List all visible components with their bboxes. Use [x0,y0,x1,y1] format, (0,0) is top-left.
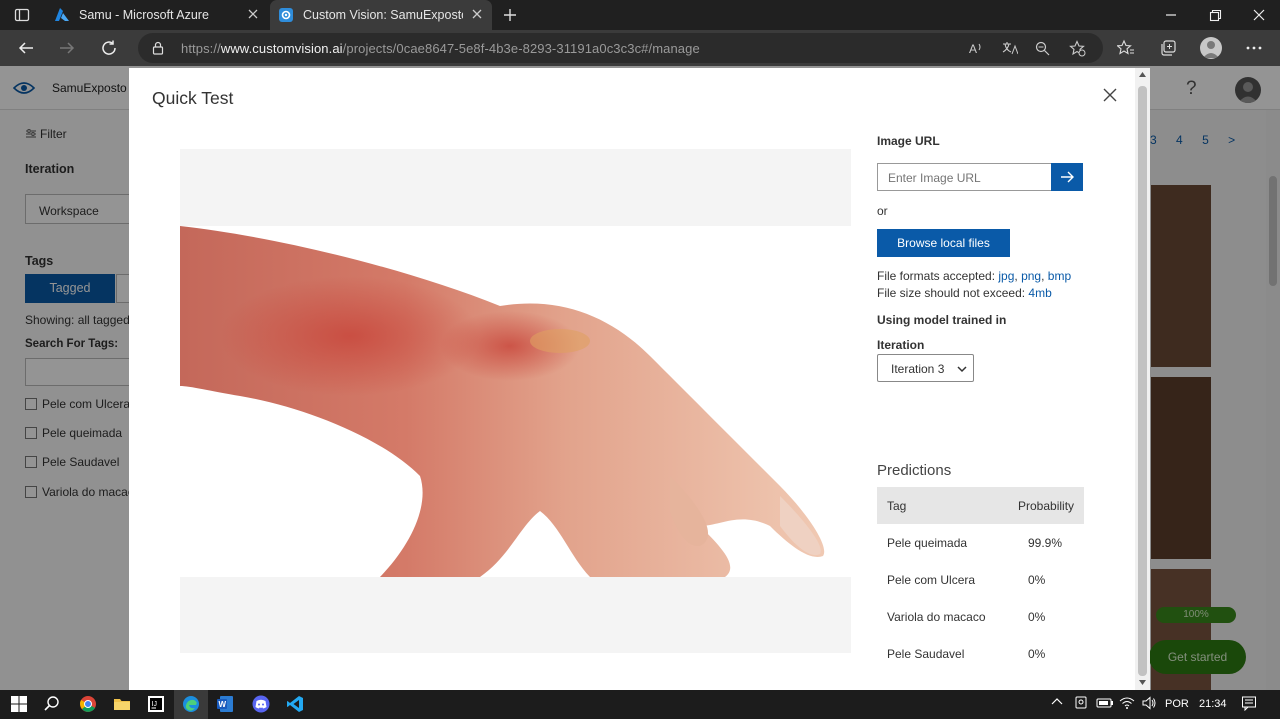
close-icon[interactable] [1101,86,1119,104]
table-header: Tag Probability [877,487,1084,524]
burned-hand-image [180,226,851,577]
word-icon[interactable]: W [216,695,234,713]
prediction-probability: 0% [1028,647,1046,661]
translate-icon[interactable] [1002,41,1018,55]
chevron-down-icon [957,366,967,373]
new-tab-icon[interactable] [502,7,518,23]
tab-title: Samu - Microsoft Azure [79,8,209,22]
dialog-scrollbar[interactable] [1135,68,1150,690]
test-image-preview [180,149,851,653]
windows-taskbar: IJ W POR 21:34 [0,690,1280,719]
prediction-tag: Pele com Ulcera [887,573,976,587]
customvision-logo-icon [278,7,294,23]
lock-icon [151,41,165,55]
prediction-probability: 0% [1028,610,1046,624]
url-scheme: https:// [181,41,221,56]
prediction-tag: Pele queimada [887,536,968,550]
meet-now-icon[interactable] [1073,695,1089,711]
url-host: www.customvision.ai [220,41,343,56]
svg-text:W: W [219,700,227,709]
browse-local-files-button[interactable]: Browse local files [877,229,1010,257]
predictions-title: Predictions [877,462,952,479]
close-tab-icon[interactable] [246,7,260,21]
tag-column-header: Tag [887,499,907,513]
dialog-title: Quick Test [152,88,234,108]
system-clock[interactable]: 21:34 [1199,698,1227,710]
prediction-tag: Pele Saudavel [887,647,965,661]
discord-icon[interactable] [252,695,270,713]
favorite-add-icon[interactable] [1069,40,1086,57]
chrome-icon[interactable] [79,695,97,713]
wifi-icon[interactable] [1119,695,1135,711]
notifications-icon[interactable] [1241,695,1257,711]
collections-icon[interactable] [1159,39,1177,57]
browser-tab-azure[interactable]: Samu - Microsoft Azure [46,0,268,30]
format-png: png [1021,269,1042,283]
submit-url-button[interactable] [1051,163,1083,191]
table-row: Pele queimada 99.9% [877,524,1084,561]
tab-actions-icon[interactable] [14,7,30,23]
predictions-table: Tag Probability Pele queimada 99.9% Pele… [877,487,1084,672]
file-explorer-icon[interactable] [113,695,131,713]
url-field[interactable]: https://www.customvision.ai/projects/0ca… [138,33,1103,63]
search-icon[interactable] [43,695,61,713]
intellij-icon[interactable]: IJ [147,695,165,713]
minimize-icon[interactable] [1163,7,1179,23]
model-label: Using model trained in [877,313,1007,327]
scrollbar-thumb[interactable] [1138,86,1147,676]
size-value: 4mb [1028,286,1052,300]
svg-text:A: A [969,42,977,55]
favorites-icon[interactable] [1117,39,1135,57]
probability-column-header: Probability [1018,499,1075,513]
edge-icon[interactable] [182,695,200,713]
svg-text:IJ: IJ [152,701,157,708]
or-text: or [877,204,888,218]
iteration-dropdown[interactable]: Iteration 3 [877,354,974,382]
close-tab-icon[interactable] [470,7,484,21]
volume-icon[interactable] [1141,695,1157,711]
profile-avatar[interactable] [1200,37,1222,59]
refresh-icon[interactable] [100,39,118,57]
tab-title: Custom Vision: SamuExposto - T [303,8,463,22]
table-row: Variola do macaco 0% [877,598,1084,635]
size-prefix: File size should not exceed: [877,286,1029,300]
iteration-selected: Iteration 3 [891,362,945,376]
prediction-tag: Variola do macaco [887,610,986,624]
browser-tab-customvision[interactable]: Custom Vision: SamuExposto - T [270,0,492,30]
read-aloud-icon[interactable]: A [969,41,985,55]
quick-test-dialog: Quick Test Image URL Enter Image URL or … [129,68,1135,690]
url-path: /projects/0cae8647-5e8f-4b3e-8293-31191a… [342,41,700,56]
formats-prefix: File formats accepted: [877,269,999,283]
image-url-label: Image URL [877,134,940,148]
prediction-probability: 0% [1028,573,1046,587]
windows-start-icon[interactable] [10,695,28,713]
format-jpg: jpg [998,269,1015,283]
image-url-input[interactable]: Enter Image URL [877,163,1052,191]
back-arrow-icon[interactable] [17,39,35,57]
close-window-icon[interactable] [1251,7,1267,23]
forward-arrow-icon[interactable] [58,39,76,57]
arrow-right-icon [1059,169,1075,185]
more-options-icon[interactable] [1245,39,1263,57]
zoom-out-icon[interactable] [1035,41,1050,56]
table-row: Pele Saudavel 0% [877,635,1084,672]
scroll-up-icon[interactable] [1139,72,1146,77]
show-hidden-icons[interactable] [1050,695,1064,709]
azure-logo-icon [54,7,70,23]
vscode-icon[interactable] [286,695,304,713]
format-bmp: bmp [1047,269,1072,283]
file-formats-text: File formats accepted: jpg, png, bmp [877,269,1072,283]
browser-tab-bar: Samu - Microsoft Azure Custom Vision: Sa… [0,0,1280,30]
iteration-label: Iteration [877,338,925,352]
battery-icon [1096,695,1114,711]
scroll-down-icon[interactable] [1139,680,1146,685]
address-bar-row: https://www.customvision.ai/projects/0ca… [0,30,1280,66]
prediction-probability: 99.9% [1028,536,1063,550]
file-size-text: File size should not exceed: 4mb [877,286,1052,300]
language-indicator[interactable]: POR [1165,698,1189,710]
restore-icon[interactable] [1207,7,1223,23]
table-row: Pele com Ulcera 0% [877,561,1084,598]
url-text: https://www.customvision.ai/projects/0ca… [181,41,700,56]
